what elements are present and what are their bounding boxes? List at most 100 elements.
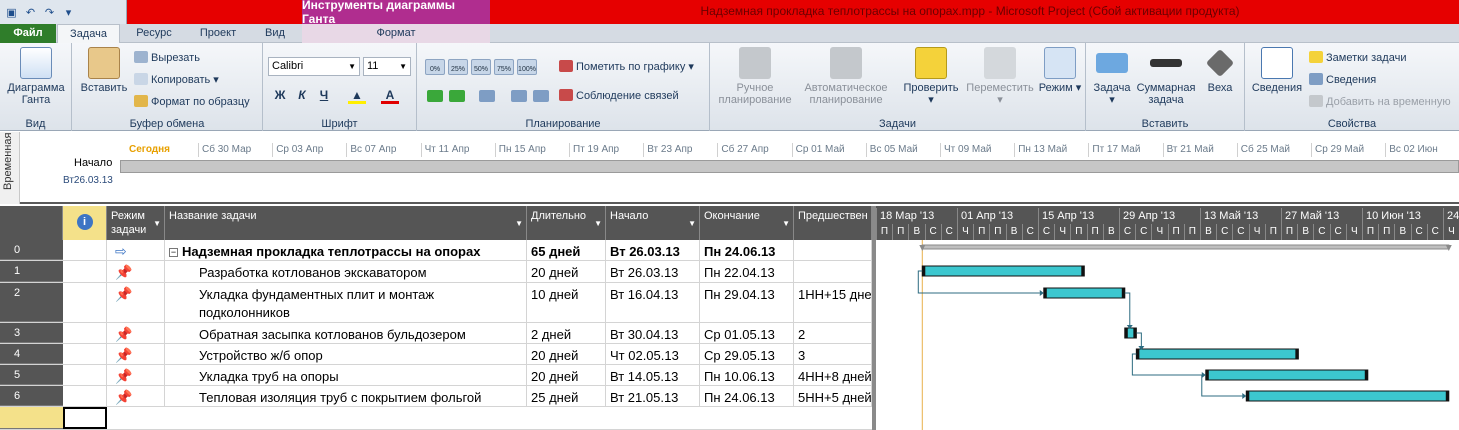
manual-schedule-button[interactable]: Ручное планирование	[714, 47, 796, 106]
table-row[interactable]: 2 📌 Укладка фундаментных плит и монтаж по…	[0, 283, 872, 323]
insert-summary-button[interactable]: Суммарная задача	[1134, 47, 1198, 106]
task-finish[interactable]: Пн 24.06.13	[700, 386, 794, 406]
add-to-timeline-button[interactable]: Добавить на временную	[1309, 93, 1451, 111]
task-duration[interactable]: 65 дней	[527, 240, 606, 260]
task-finish[interactable]: Пн 10.06.13	[700, 365, 794, 385]
task-finish[interactable]: Пн 29.04.13	[700, 283, 794, 322]
link-icon[interactable]	[511, 90, 527, 102]
pct-50-button[interactable]: 50%	[471, 59, 491, 75]
italic-button[interactable]: К	[293, 86, 311, 104]
info-cell[interactable]	[63, 386, 107, 406]
table-row[interactable]: 5 📌 Укладка труб на опоры 20 дней Вт 14.…	[0, 365, 872, 386]
column-header-info[interactable]: i	[63, 206, 107, 240]
column-header-predecessors[interactable]: Предшествен	[794, 206, 872, 240]
move-button[interactable]: Переместить ▾	[964, 47, 1036, 106]
info-cell[interactable]	[63, 261, 107, 282]
insert-milestone-button[interactable]: Веха	[1200, 47, 1240, 94]
task-duration[interactable]: 10 дней	[527, 283, 606, 322]
gantt-chart[interactable]: 18 Мар '13 01 Апр '13 15 Апр '13 29 Апр '13…	[876, 206, 1459, 430]
mode-button[interactable]: Режим ▾	[1038, 47, 1082, 94]
table-row-empty[interactable]	[0, 407, 872, 430]
font-family-select[interactable]: Calibri ▼	[268, 57, 360, 76]
tab-view[interactable]: Вид	[250, 24, 300, 43]
copy-button[interactable]: Копировать ▾	[134, 71, 219, 89]
table-row[interactable]: 0 ⇨ − Надземная прокладка теплотрассы на …	[0, 240, 872, 261]
bold-button[interactable]: Ж	[271, 86, 289, 104]
info-cell[interactable]	[63, 323, 107, 343]
task-predecessors[interactable]	[794, 240, 872, 260]
format-painter-button[interactable]: Формат по образцу	[134, 93, 250, 111]
selected-cell[interactable]	[63, 407, 107, 429]
font-color-icon[interactable]: A	[381, 86, 399, 104]
customize-qat-icon[interactable]: ▾	[61, 5, 76, 20]
task-predecessors[interactable]: 1НН+15 дне	[794, 283, 872, 322]
task-finish[interactable]: Пн 22.04.13	[700, 261, 794, 282]
pct-25-button[interactable]: 25%	[448, 59, 468, 75]
task-duration[interactable]: 20 дней	[527, 344, 606, 364]
task-name[interactable]: − Надземная прокладка теплотрассы на опор…	[165, 240, 527, 260]
pct-75-button[interactable]: 75%	[494, 59, 514, 75]
respect-links-button[interactable]: Соблюдение связей	[559, 87, 679, 105]
gantt-chart-button[interactable]: Диаграмма Ганта	[2, 47, 70, 106]
timeline-bar[interactable]	[120, 160, 1459, 173]
table-row[interactable]: 3 📌 Обратная засыпка котлованов бульдозе…	[0, 323, 872, 344]
timeline-view[interactable]: Временная Сегодня Сб 30 Мар Ср 03 Апр Вс 0…	[0, 132, 1459, 204]
task-predecessors[interactable]: 2	[794, 323, 872, 343]
pct-100-button[interactable]: 100%	[517, 59, 537, 75]
task-start[interactable]: Вт 26.03.13	[606, 240, 700, 260]
details-button[interactable]: Сведения	[1309, 71, 1376, 89]
info-cell[interactable]	[63, 240, 107, 260]
task-finish[interactable]: Ср 01.05.13	[700, 323, 794, 343]
column-header-name[interactable]: Название задачи ▼	[165, 206, 527, 240]
task-name[interactable]: Разработка котлованов экскаватором	[165, 261, 527, 282]
task-predecessors[interactable]: 5НН+5 дней	[794, 386, 872, 406]
task-start[interactable]: Вт 26.03.13	[606, 261, 700, 282]
paste-button[interactable]: Вставить	[76, 47, 132, 94]
inspect-button[interactable]: Проверить ▾	[900, 47, 962, 106]
undo-icon[interactable]: ↶	[23, 5, 38, 20]
task-start[interactable]: Вт 30.04.13	[606, 323, 700, 343]
task-duration[interactable]: 25 дней	[527, 386, 606, 406]
task-start[interactable]: Чт 02.05.13	[606, 344, 700, 364]
task-name[interactable]: Обратная засыпка котлованов бульдозером	[165, 323, 527, 343]
mark-on-track-button[interactable]: Пометить по графику ▾	[559, 58, 694, 76]
task-predecessors[interactable]: 4НН+8 дней	[794, 365, 872, 385]
table-row[interactable]: 6 📌 Тепловая изоляция труб с покрытием ф…	[0, 386, 872, 407]
tab-format[interactable]: Формат	[302, 24, 490, 43]
column-header-mode[interactable]: Режим задачи ▼	[107, 206, 165, 240]
task-duration[interactable]: 20 дней	[527, 365, 606, 385]
task-start[interactable]: Вт 16.04.13	[606, 283, 700, 322]
task-name[interactable]: Укладка фундаментных плит и монтаж подкол…	[165, 283, 527, 322]
info-cell[interactable]	[63, 283, 107, 322]
highlight-color-icon[interactable]: ▲	[348, 86, 366, 104]
auto-schedule-button[interactable]: Автоматическое планирование	[800, 47, 892, 106]
pct-0-button[interactable]: 0%	[425, 59, 445, 75]
info-cell[interactable]	[63, 365, 107, 385]
save-icon[interactable]: ▣	[4, 5, 19, 20]
redo-icon[interactable]: ↷	[42, 5, 57, 20]
task-name[interactable]: Укладка труб на опоры	[165, 365, 527, 385]
task-predecessors[interactable]	[794, 261, 872, 282]
cut-button[interactable]: Вырезать	[134, 49, 200, 67]
font-size-select[interactable]: 11 ▼	[363, 57, 411, 76]
task-start[interactable]: Вт 14.05.13	[606, 365, 700, 385]
task-duration[interactable]: 2 дней	[527, 323, 606, 343]
move-right-icon[interactable]	[449, 90, 465, 102]
table-row[interactable]: 1 📌 Разработка котлованов экскаватором 2…	[0, 261, 872, 283]
unlink-icon[interactable]	[533, 90, 549, 102]
info-cell[interactable]	[63, 344, 107, 364]
task-duration[interactable]: 20 дней	[527, 261, 606, 282]
column-header-finish[interactable]: Окончание ▼	[700, 206, 794, 240]
task-finish[interactable]: Пн 24.06.13	[700, 240, 794, 260]
information-button[interactable]: Сведения	[1249, 47, 1305, 94]
move-left-icon[interactable]	[427, 90, 443, 102]
task-start[interactable]: Вт 21.05.13	[606, 386, 700, 406]
task-notes-button[interactable]: Заметки задачи	[1309, 49, 1406, 67]
select-all-corner[interactable]	[0, 206, 63, 240]
tab-project[interactable]: Проект	[188, 24, 248, 43]
task-name[interactable]: Устройство ж/б опор	[165, 344, 527, 364]
collapse-icon[interactable]: −	[169, 248, 178, 257]
split-task-icon[interactable]	[479, 90, 495, 102]
task-predecessors[interactable]: 3	[794, 344, 872, 364]
underline-button[interactable]: Ч	[315, 86, 333, 104]
